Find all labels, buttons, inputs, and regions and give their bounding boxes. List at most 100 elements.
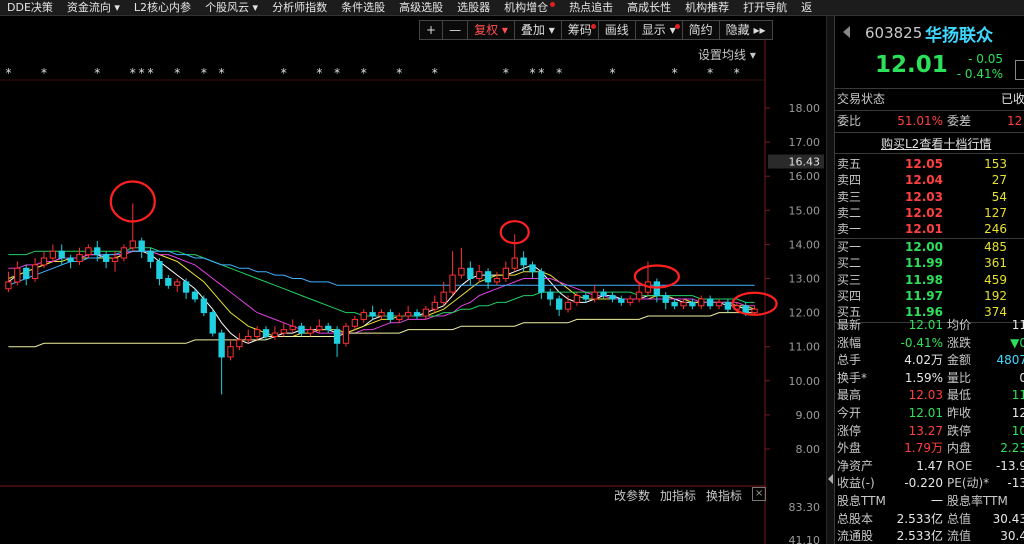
candle-body[interactable]	[511, 257, 518, 269]
candle-body[interactable]	[742, 305, 749, 314]
candle-body[interactable]	[698, 298, 705, 307]
candle-body[interactable]	[555, 298, 563, 310]
event-marker[interactable]: *	[672, 66, 678, 80]
event-marker[interactable]: *	[538, 66, 544, 80]
candle-body[interactable]	[111, 257, 119, 262]
event-marker[interactable]: *	[734, 66, 740, 80]
candle-body[interactable]	[333, 329, 341, 344]
menu-item[interactable]: 资金流向 ▾	[60, 0, 127, 15]
candle-body[interactable]	[67, 257, 74, 262]
menu-item[interactable]: 高级选股	[392, 0, 450, 15]
candle-body[interactable]	[289, 325, 296, 331]
candle-body[interactable]	[245, 335, 252, 341]
event-marker[interactable]: *	[609, 66, 615, 80]
candle-body[interactable]	[520, 257, 527, 266]
orderbook-row[interactable]: 买四 11.97 192	[837, 289, 1024, 304]
candle-body[interactable]	[387, 312, 394, 320]
candle-body[interactable]	[547, 291, 554, 300]
candle-body[interactable]	[627, 298, 634, 303]
candle-body[interactable]	[165, 278, 172, 286]
candle-body[interactable]	[298, 325, 305, 334]
candle-body[interactable]	[360, 312, 367, 320]
event-marker[interactable]: *	[130, 66, 136, 80]
event-marker[interactable]: *	[361, 66, 367, 80]
candle-body[interactable]	[147, 250, 154, 262]
candle-body[interactable]	[138, 240, 145, 252]
event-marker[interactable]: *	[396, 66, 402, 80]
toolbar-button[interactable]: 简约	[681, 20, 720, 40]
candle-body[interactable]	[174, 281, 181, 286]
event-marker[interactable]: *	[432, 66, 438, 80]
switch-indicator-link[interactable]: 换指标	[706, 487, 742, 504]
candle-body[interactable]	[484, 271, 492, 283]
event-marker[interactable]: *	[556, 66, 562, 80]
candle-body[interactable]	[378, 312, 385, 317]
collapse-arrow-icon[interactable]	[828, 474, 833, 484]
ma-setting-dropdown[interactable]: 设置均线 ▾	[698, 46, 756, 63]
candle-body[interactable]	[218, 332, 225, 358]
menu-item[interactable]: 机构增仓	[497, 0, 562, 15]
event-marker[interactable]: *	[707, 66, 713, 80]
menu-item[interactable]: 条件选股	[334, 0, 392, 15]
l2-purchase-link[interactable]: 购买L2查看十档行情	[881, 135, 991, 152]
menu-item[interactable]: 高成长性	[620, 0, 678, 15]
candle-body[interactable]	[618, 298, 625, 303]
menu-item[interactable]: 选股器	[450, 0, 497, 15]
candle-body[interactable]	[156, 260, 163, 279]
candle-body[interactable]	[591, 291, 598, 300]
menu-item[interactable]: 返	[794, 0, 819, 15]
candle-body[interactable]	[200, 298, 208, 314]
toolbar-button[interactable]: —	[442, 20, 469, 40]
close-indicator-icon[interactable]: ×	[752, 487, 767, 501]
candle-body[interactable]	[653, 281, 661, 297]
event-marker[interactable]: *	[530, 66, 536, 80]
menu-item[interactable]: 打开导航	[736, 0, 794, 15]
candle-body[interactable]	[5, 281, 12, 290]
candle-body[interactable]	[85, 247, 92, 256]
orderbook-row[interactable]: 买一 12.00 485	[837, 240, 1024, 255]
panel-collapse-handle[interactable]	[826, 16, 834, 544]
menu-item[interactable]: 分析师指数	[265, 0, 334, 15]
candle-body[interactable]	[369, 312, 376, 317]
event-marker[interactable]: *	[281, 66, 287, 80]
candle-body[interactable]	[458, 267, 465, 276]
candle-body[interactable]	[706, 298, 714, 307]
candle-body[interactable]	[413, 312, 421, 317]
candle-body[interactable]	[58, 250, 65, 259]
candle-body[interactable]	[493, 278, 501, 283]
orderbook-row[interactable]: 买三 11.98 459	[837, 273, 1024, 288]
candle-body[interactable]	[236, 339, 243, 348]
event-marker[interactable]: *	[316, 66, 322, 80]
candle-body[interactable]	[538, 271, 545, 293]
candle-body[interactable]	[751, 308, 758, 314]
candle-body[interactable]	[715, 301, 723, 307]
candle-body[interactable]	[351, 318, 359, 327]
candle-body[interactable]	[724, 301, 732, 310]
orderbook-row[interactable]: 买二 11.99 361	[837, 256, 1024, 271]
candle-body[interactable]	[49, 250, 57, 259]
menu-item[interactable]: 机构推荐	[678, 0, 736, 15]
candle-body[interactable]	[431, 301, 438, 310]
toolbar-button[interactable]: 显示 ▾	[634, 20, 683, 40]
candle-body[interactable]	[600, 291, 607, 297]
event-marker[interactable]: *	[5, 66, 11, 80]
candle-body[interactable]	[325, 325, 332, 331]
candle-body[interactable]	[40, 257, 48, 266]
expand-box-icon[interactable]	[1015, 60, 1024, 80]
candle-body[interactable]	[689, 301, 696, 307]
menu-item[interactable]: 个股风云 ▾	[198, 0, 265, 15]
toolbar-button[interactable]: 筹码	[560, 20, 599, 40]
candle-body[interactable]	[635, 291, 643, 300]
candle-body[interactable]	[94, 247, 101, 256]
toolbar-button[interactable]: 画线	[597, 20, 636, 40]
candle-body[interactable]	[440, 291, 447, 303]
candle-body[interactable]	[31, 264, 39, 280]
candle-body[interactable]	[404, 312, 412, 317]
event-marker[interactable]: *	[41, 66, 47, 80]
candle-body[interactable]	[182, 281, 190, 293]
toolbar-button[interactable]: 隐藏 ▸▸	[718, 20, 773, 40]
candle-body[interactable]	[422, 308, 430, 317]
candle-body[interactable]	[564, 301, 572, 310]
candle-body[interactable]	[14, 267, 21, 283]
candle-body[interactable]	[396, 315, 403, 320]
